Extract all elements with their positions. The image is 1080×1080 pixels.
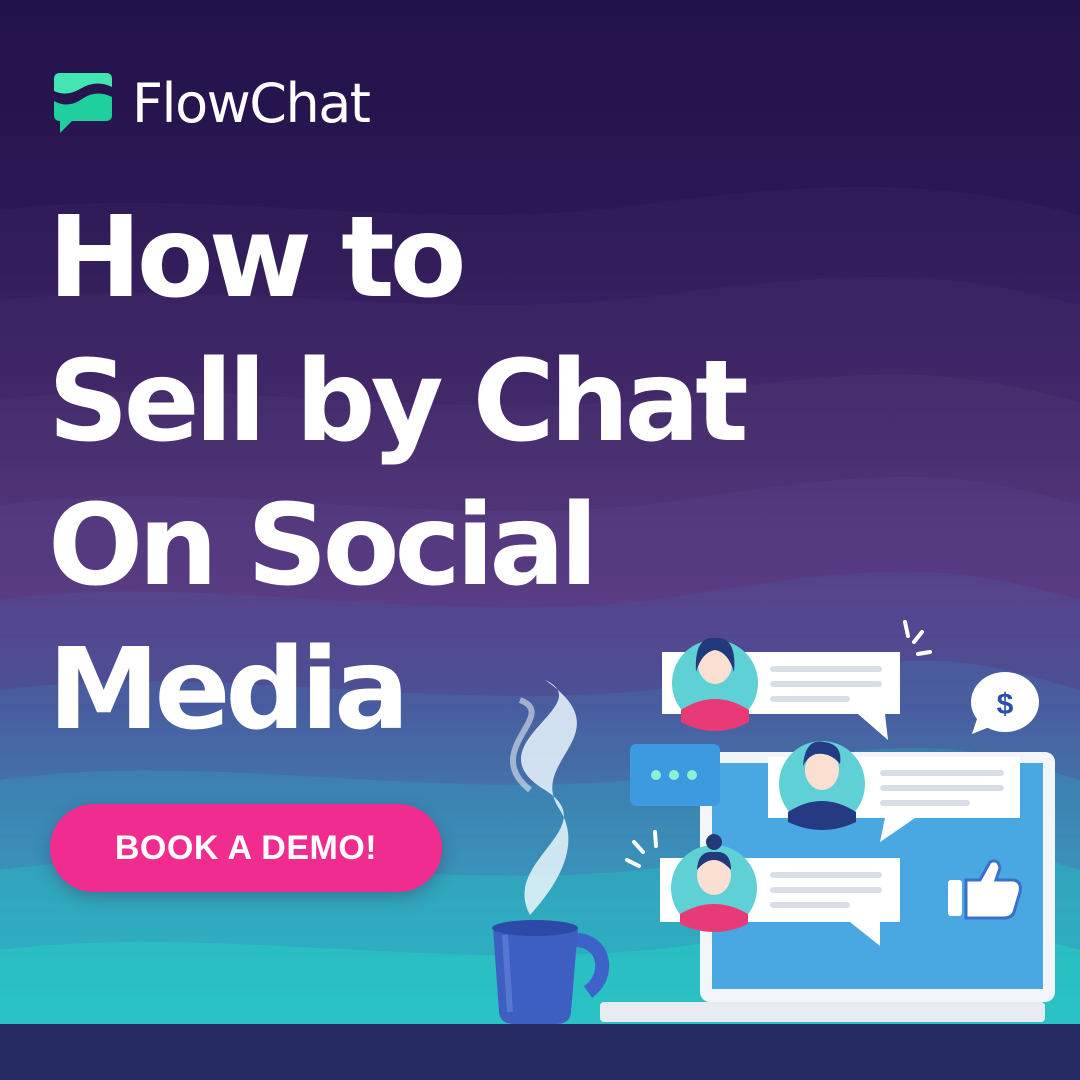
dollar-bubble-icon: $ <box>971 672 1039 734</box>
chat-illustration: $ <box>492 620 1055 1024</box>
typing-indicator-icon <box>630 744 720 806</box>
dollar-symbol: $ <box>997 688 1014 721</box>
promo-banner: FlowChat How to Sell by Chat On Social M… <box>0 0 1080 1080</box>
chat-bubble-1 <box>662 637 900 740</box>
coffee-mug-icon <box>492 920 610 1024</box>
footer-bar <box>0 1024 1080 1080</box>
